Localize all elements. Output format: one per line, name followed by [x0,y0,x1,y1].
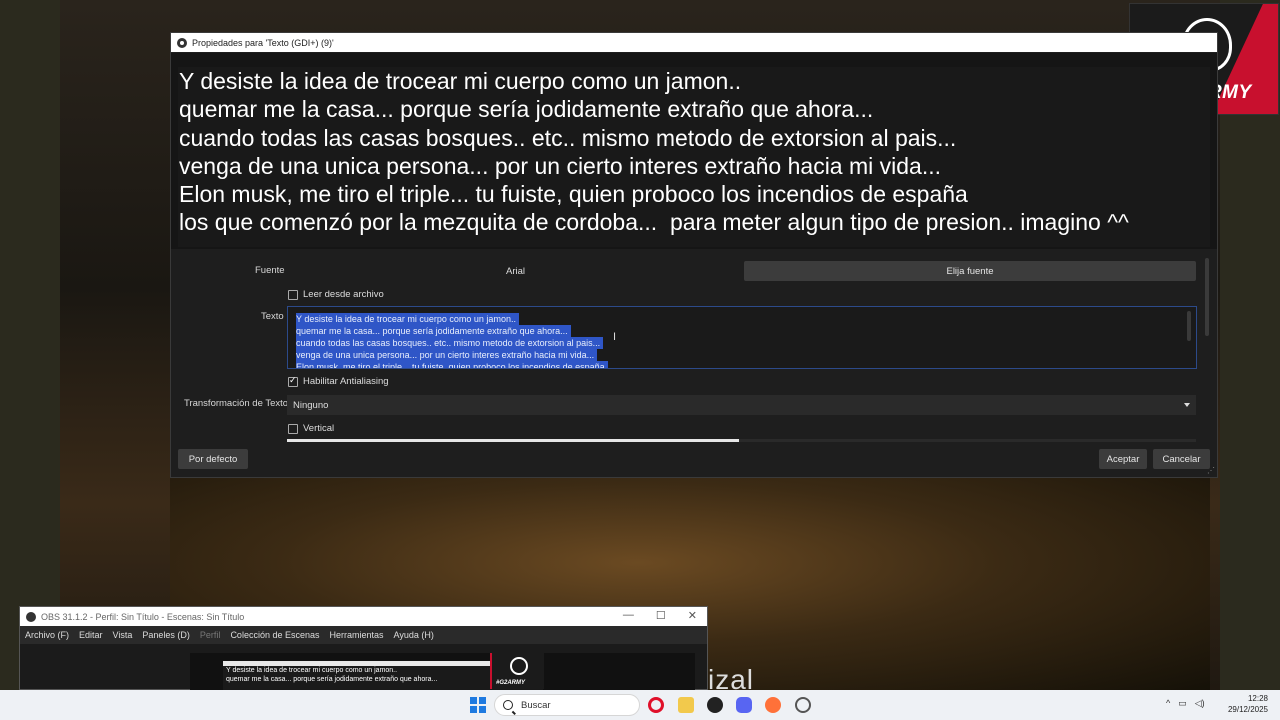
dialog-titlebar[interactable]: Propiedades para 'Texto (GDI+) (9)' [171,33,1217,52]
taskbar-search[interactable]: Buscar [494,694,640,716]
text-line: quemar me la casa... porque sería jodida… [296,325,571,337]
transform-select[interactable]: Ninguno [287,395,1196,415]
antialiasing-checkbox[interactable]: Habilitar Antialiasing [288,375,389,387]
clock-time: 12:28 [1247,694,1268,703]
obs-menubar: Archivo (F) Editar Vista Paneles (D) Per… [20,626,707,644]
text-preview: Y desiste la idea de trocear mi cuerpo c… [178,67,1210,247]
menu-archivo[interactable]: Archivo (F) [25,630,69,640]
text-line: cuando todas las casas bosques.. etc.. m… [296,337,604,349]
textarea-scrollbar[interactable] [1187,311,1191,341]
menu-vista[interactable]: Vista [113,630,133,640]
firefox-icon[interactable] [765,697,781,713]
samurai-crest-icon [510,657,528,675]
text-line: Elon musk, me tiro el triple... tu fuist… [296,361,608,368]
choose-font-button[interactable]: Elija fuente [744,261,1196,281]
opera-icon[interactable] [648,697,664,713]
checkbox-box[interactable] [288,423,298,434]
horizontal-scrollbar[interactable] [287,439,1196,442]
text-line: Y desiste la idea de trocear mi cuerpo c… [296,313,519,325]
checkbox-box[interactable] [288,375,298,387]
vertical-label: Vertical [303,423,335,434]
obs-titlebar[interactable]: OBS 31.1.2 - Perfil: Sin Título - Escena… [20,607,707,626]
resize-grip-icon[interactable]: ⋰ [1207,466,1215,475]
obs-title: OBS 31.1.2 - Perfil: Sin Título - Escena… [41,611,245,622]
menu-ayuda[interactable]: Ayuda (H) [394,630,434,640]
search-icon [503,700,513,710]
mini-logo: #G2ARMY [490,653,544,689]
background-left-edge [0,0,60,690]
obs-icon [26,611,36,622]
text-cursor-icon: I [613,331,617,343]
chevron-down-icon [1184,403,1190,407]
maximize-icon[interactable]: ☐ [656,609,666,622]
obs-preview-canvas[interactable]: Y desiste la idea de trocear mi cuerpo c… [190,653,695,690]
text-properties-dialog: Propiedades para 'Texto (GDI+) (9)' Y de… [170,32,1218,478]
transform-value: Ninguno [293,399,329,411]
clock-date: 29/12/2025 [1227,705,1268,714]
obs-taskbar-icon[interactable] [707,697,723,713]
accept-button[interactable]: Aceptar [1099,449,1147,469]
text-input[interactable]: Y desiste la idea de trocear mi cuerpo c… [287,306,1197,369]
obs-main-window: OBS 31.1.2 - Perfil: Sin Título - Escena… [19,606,708,690]
system-clock[interactable]: 12:28 29/12/2025 [1228,693,1268,715]
menu-paneles[interactable]: Paneles (D) [142,630,190,640]
close-icon[interactable]: ✕ [688,609,697,622]
mini-logo-tag: #G2ARMY [496,680,526,686]
dialog-title: Propiedades para 'Texto (GDI+) (9)' [192,37,334,48]
font-label: Fuente [255,265,285,276]
font-value: Arial [288,261,743,281]
cancel-button[interactable]: Cancelar [1153,449,1210,469]
chevron-up-icon[interactable]: ^ [1166,698,1170,709]
antialiasing-label: Habilitar Antialiasing [303,376,389,387]
text-line: venga de una unica persona... por un cie… [296,349,598,361]
checkbox-box[interactable] [288,289,298,300]
menu-coleccion-escenas[interactable]: Colección de Escenas [230,630,319,640]
file-explorer-icon[interactable] [678,697,694,713]
menu-perfil[interactable]: Perfil [200,630,221,640]
read-from-file-label: Leer desde archivo [303,289,384,300]
network-icon[interactable]: ▭ [1178,698,1187,709]
text-label: Texto [261,311,284,322]
minimize-icon[interactable]: — [623,609,634,622]
vertical-scrollbar[interactable] [1205,258,1209,336]
defaults-button[interactable]: Por defecto [178,449,248,469]
volume-icon[interactable]: ◁) [1195,698,1205,709]
vertical-checkbox[interactable]: Vertical [288,423,334,434]
search-placeholder: Buscar [521,699,551,711]
read-from-file-checkbox[interactable]: Leer desde archivo [288,289,384,300]
menu-editar[interactable]: Editar [79,630,103,640]
windows-start-icon[interactable] [470,697,486,713]
discord-icon[interactable] [736,697,752,713]
transform-label: Transformación de Texto [184,398,289,409]
taskbar: Buscar ^ ▭ ◁) 12:28 29/12/2025 [0,690,1280,720]
obs-icon [177,37,187,48]
settings-gear-icon[interactable] [795,697,811,713]
menu-herramientas[interactable]: Herramientas [330,630,384,640]
